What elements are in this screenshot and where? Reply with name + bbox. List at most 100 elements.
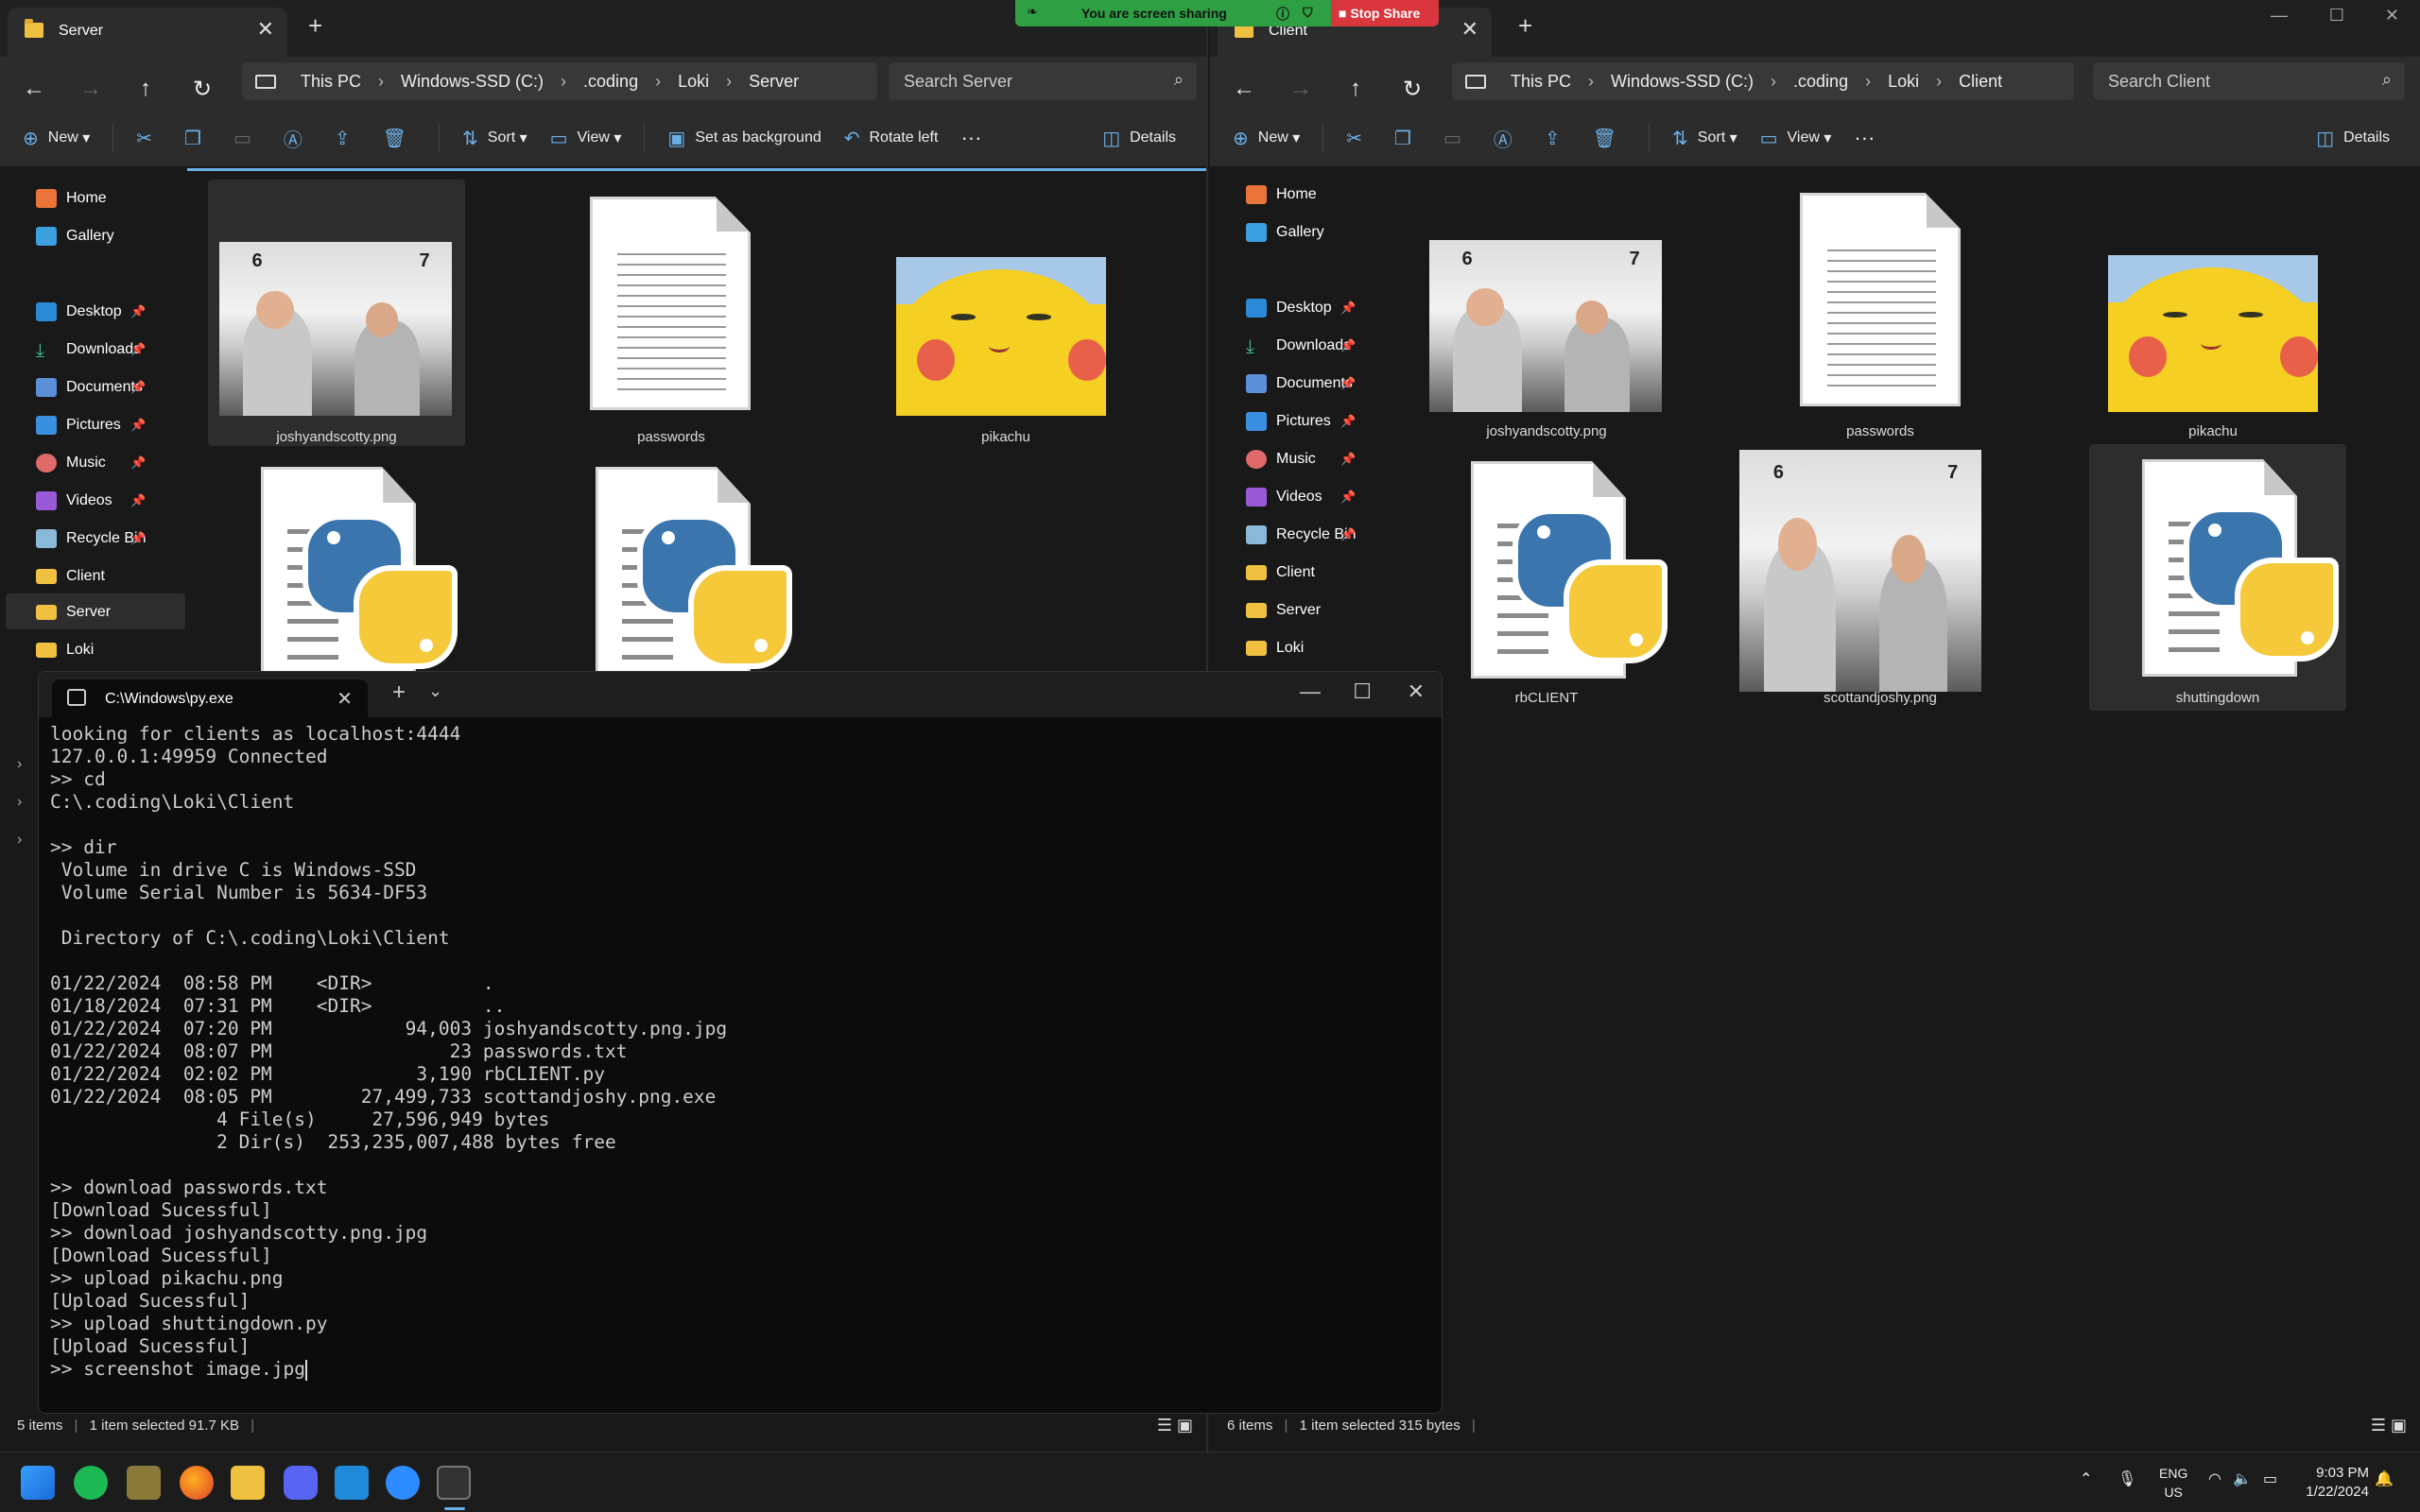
delete-button[interactable]: 🗑	[1593, 127, 1626, 150]
forward-button[interactable]: →	[74, 76, 108, 102]
nav-client[interactable]: Client	[36, 561, 105, 592]
file-python-script[interactable]	[208, 454, 465, 684]
more-button[interactable]: ···	[960, 126, 981, 150]
close-window-button[interactable]: ✕	[2385, 6, 2399, 26]
nav-gallery[interactable]: Gallery	[36, 221, 114, 251]
sort-button[interactable]: ⇅ Sort ▾	[1672, 127, 1737, 150]
discord-icon[interactable]	[284, 1466, 318, 1500]
minimize-button[interactable]: —	[2271, 6, 2288, 26]
nav-pictures[interactable]: Pictures	[1246, 406, 1331, 437]
close-window-button[interactable]: ✕	[1408, 679, 1425, 704]
windows-start-icon[interactable]	[21, 1466, 55, 1500]
nav-client[interactable]: Client	[1246, 558, 1315, 588]
rename-button[interactable]: Ⓐ	[284, 125, 312, 152]
crumb-drive[interactable]: Windows-SSD (C:)	[401, 72, 544, 92]
nav-documents[interactable]: Documents	[36, 372, 143, 403]
nav-documents[interactable]: Documents	[1246, 369, 1353, 399]
chevron-down-icon[interactable]: ⌄	[428, 681, 442, 701]
new-button[interactable]: ⊕ New ▾	[23, 127, 90, 150]
file-pikachu[interactable]: pikachu	[2104, 176, 2361, 442]
crumb-drive[interactable]: Windows-SSD (C:)	[1611, 72, 1754, 92]
up-button[interactable]: ↑	[1339, 76, 1373, 102]
share-button[interactable]: ⇪	[1545, 127, 1570, 150]
chevron-right-icon[interactable]: ›	[17, 756, 22, 773]
paste-button[interactable]: ▭	[233, 127, 261, 150]
share-button[interactable]: ⇪	[335, 127, 360, 150]
new-button[interactable]: ⊕ New ▾	[1233, 127, 1300, 150]
nav-downloads[interactable]: ⤓ Downloads	[1246, 331, 1351, 361]
sort-button[interactable]: ⇅ Sort ▾	[462, 127, 527, 150]
nav-desktop[interactable]: Desktop	[1246, 293, 1332, 323]
file-pikachu[interactable]: pikachu	[877, 180, 1134, 446]
rename-button[interactable]: Ⓐ	[1494, 125, 1522, 152]
microphone-icon[interactable]: 🎙	[2118, 1469, 2136, 1488]
info-icon[interactable]: ⓘ	[1276, 5, 1289, 24]
spotify-icon[interactable]	[74, 1466, 108, 1500]
crumb-loki[interactable]: Loki	[1888, 72, 1919, 92]
wifi-icon[interactable]: ◠	[2208, 1469, 2221, 1488]
chevron-right-icon[interactable]: ›	[17, 832, 22, 849]
nav-videos[interactable]: Videos	[1246, 482, 1322, 512]
view-toggle-icon[interactable]: ☰ ▣	[1157, 1416, 1193, 1435]
paste-button[interactable]: ▭	[1443, 127, 1471, 150]
back-button[interactable]: ←	[1227, 76, 1261, 102]
nav-home[interactable]: Home	[1246, 180, 1317, 210]
nav-music[interactable]: Music	[36, 448, 106, 478]
copy-button[interactable]: ❐	[184, 127, 211, 150]
nav-home[interactable]: Home	[36, 183, 107, 214]
search-input[interactable]: Search Server ⌕	[889, 62, 1197, 100]
close-tab-icon[interactable]: ✕	[337, 687, 353, 711]
nav-music[interactable]: Music	[1246, 444, 1316, 474]
zoom-icon[interactable]	[386, 1466, 420, 1500]
nav-loki[interactable]: Loki	[36, 635, 94, 665]
file-passwords[interactable]: passwords	[543, 180, 800, 446]
file-joshyandscotty[interactable]: 67 joshyandscotty.png	[208, 180, 465, 446]
vscode-icon[interactable]	[335, 1466, 369, 1500]
crumb-coding[interactable]: .coding	[1793, 72, 1848, 92]
details-button[interactable]: ◫ Details	[2316, 127, 2390, 150]
new-tab-button[interactable]: +	[1518, 11, 1532, 40]
nav-recycle-bin[interactable]: Recycle Bin	[36, 524, 146, 554]
clock[interactable]: 9:03 PM 1/22/2024	[2306, 1464, 2369, 1502]
set-background-button[interactable]: ▣ Set as background	[667, 127, 821, 150]
terminal-taskbar-icon[interactable]	[437, 1466, 471, 1500]
tab-server[interactable]: Server ✕	[8, 8, 287, 57]
rotate-left-button[interactable]: ↶ Rotate left	[844, 127, 939, 150]
nav-downloads[interactable]: ⤓ Downloads	[36, 335, 141, 365]
terminal-output[interactable]: looking for clients as localhost:4444 12…	[50, 723, 1432, 1413]
firefox-icon[interactable]	[180, 1466, 214, 1500]
file-explorer-icon[interactable]	[231, 1466, 265, 1500]
file-scottandjoshy[interactable]: 67 scottandjoshy.png	[1739, 450, 2015, 716]
nav-gallery[interactable]: Gallery	[1246, 217, 1324, 248]
cut-button[interactable]: ✂	[1346, 127, 1372, 150]
forward-button[interactable]: →	[1284, 76, 1318, 102]
close-tab-icon[interactable]: ✕	[257, 17, 274, 42]
notification-bell-icon[interactable]: 🔔	[2375, 1469, 2394, 1488]
close-tab-icon[interactable]: ✕	[1461, 17, 1478, 42]
terminal-tab[interactable]: C:\Windows\py.exe ✕	[52, 679, 368, 717]
file-passwords[interactable]: passwords	[1758, 176, 2015, 442]
crumb-coding[interactable]: .coding	[583, 72, 638, 92]
nav-server[interactable]: Server	[1246, 595, 1321, 626]
crumb-client[interactable]: Client	[1959, 72, 2002, 92]
chevron-up-icon[interactable]: ⌃	[2080, 1469, 2092, 1488]
refresh-button[interactable]: ↻	[1395, 76, 1429, 103]
view-button[interactable]: ▭ View ▾	[1760, 127, 1832, 150]
copy-button[interactable]: ❐	[1394, 127, 1421, 150]
nav-server[interactable]: Server	[36, 597, 111, 627]
back-button[interactable]: ←	[17, 76, 51, 102]
chevron-right-icon[interactable]: ›	[17, 794, 22, 811]
search-input[interactable]: Search Client ⌕	[2093, 62, 2405, 100]
crumb-this-pc[interactable]: This PC	[1511, 72, 1571, 92]
nav-loki[interactable]: Loki	[1246, 633, 1304, 663]
nav-videos[interactable]: Videos	[36, 486, 112, 516]
view-toggle-icon[interactable]: ☰ ▣	[2371, 1416, 2407, 1435]
breadcrumb[interactable]: This PC › Windows-SSD (C:) › .coding › Loki…	[1452, 62, 2074, 100]
view-button[interactable]: ▭ View ▾	[550, 127, 622, 150]
file-python-script[interactable]	[543, 454, 800, 684]
cut-button[interactable]: ✂	[136, 127, 162, 150]
breadcrumb[interactable]: This PC › Windows-SSD (C:) › .coding › Loki…	[242, 62, 877, 100]
new-tab-button[interactable]: +	[308, 11, 322, 40]
nav-pictures[interactable]: Pictures	[36, 410, 121, 440]
delete-button[interactable]: 🗑	[383, 127, 416, 150]
